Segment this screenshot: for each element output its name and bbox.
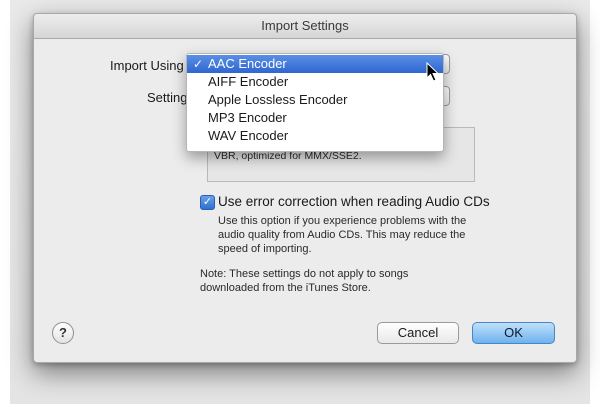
error-correction-description: Use this option if you experience proble… [218,214,518,256]
menu-item-label: WAV Encoder [208,128,289,143]
checkmark-icon: ✓ [202,196,213,208]
question-mark-icon: ? [59,325,67,340]
menu-item-label: Apple Lossless Encoder [208,92,348,107]
menu-item-label: AAC Encoder [208,56,287,71]
menu-item-label: AIFF Encoder [208,74,289,89]
import-using-menu: ✓ AAC Encoder AIFF Encoder Apple Lossles… [186,53,444,152]
description-line: speed of importing. [218,243,312,255]
cancel-button[interactable]: Cancel [377,322,459,344]
checkmark-icon: ✓ [193,57,204,71]
help-button[interactable]: ? [52,322,74,344]
store-note: Note: These settings do not apply to son… [200,267,520,295]
error-correction-label[interactable]: Use error correction when reading Audio … [218,194,490,209]
menu-item-label: MP3 Encoder [208,110,287,125]
error-correction-checkbox[interactable]: ✓ [200,195,215,210]
menu-item-mp3[interactable]: MP3 Encoder [187,109,443,127]
menu-item-apple-lossless[interactable]: Apple Lossless Encoder [187,91,443,109]
dialog-title: Import Settings [34,14,576,39]
note-line: Note: These settings do not apply to son… [200,268,409,280]
note-line: downloaded from the iTunes Store. [200,282,371,294]
setting-label: Setting [147,90,188,105]
import-using-label: Import Using [110,58,184,73]
ok-button[interactable]: OK [472,322,555,344]
mouse-pointer-icon [426,62,440,82]
description-line: Use this option if you experience proble… [218,215,467,227]
menu-item-wav[interactable]: WAV Encoder [187,127,443,145]
menu-item-aiff[interactable]: AIFF Encoder [187,73,443,91]
description-line: audio quality from Audio CDs. This may r… [218,229,466,241]
menu-item-aac[interactable]: ✓ AAC Encoder [187,55,443,73]
